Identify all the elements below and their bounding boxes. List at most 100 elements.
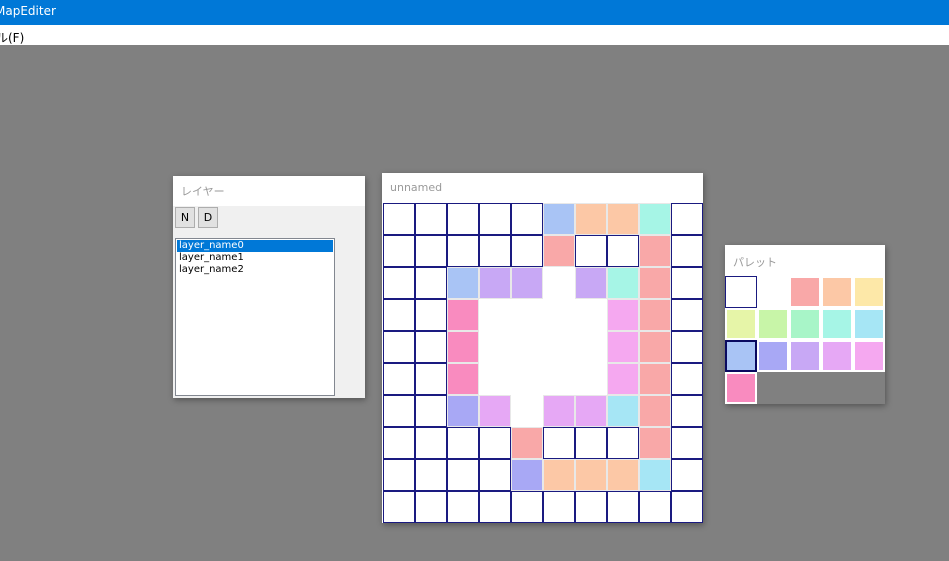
map-tile[interactable]	[447, 363, 479, 395]
map-tile[interactable]	[607, 459, 639, 491]
menu-file[interactable]: ル(F)	[0, 29, 24, 46]
map-tile[interactable]	[479, 203, 511, 235]
palette-swatch[interactable]	[821, 340, 853, 372]
palette-swatch[interactable]	[853, 340, 885, 372]
palette-swatch[interactable]	[725, 340, 757, 372]
map-tile[interactable]	[671, 363, 703, 395]
map-tile[interactable]	[575, 459, 607, 491]
map-tile[interactable]	[575, 267, 607, 299]
layer-list-item[interactable]: layer_name1	[177, 252, 333, 264]
map-tile[interactable]	[383, 427, 415, 459]
map-tile[interactable]	[607, 395, 639, 427]
map-tile[interactable]	[415, 267, 447, 299]
map-tile[interactable]	[639, 235, 671, 267]
map-tile[interactable]	[671, 395, 703, 427]
map-tile[interactable]	[607, 363, 639, 395]
map-tile[interactable]	[639, 363, 671, 395]
map-tile[interactable]	[383, 235, 415, 267]
map-tile[interactable]	[543, 395, 575, 427]
map-tile[interactable]	[383, 363, 415, 395]
map-tile[interactable]	[543, 459, 575, 491]
map-tile[interactable]	[671, 331, 703, 363]
map-tile[interactable]	[415, 395, 447, 427]
map-tile[interactable]	[639, 299, 671, 331]
map-tile[interactable]	[671, 427, 703, 459]
palette-swatch-empty[interactable]	[757, 276, 789, 308]
palette-swatch[interactable]	[853, 308, 885, 340]
map-tile[interactable]	[607, 299, 639, 331]
map-tile[interactable]	[639, 459, 671, 491]
map-tile[interactable]	[415, 363, 447, 395]
palette-swatch[interactable]	[789, 276, 821, 308]
layer-list-item[interactable]: layer_name2	[177, 264, 333, 276]
map-tile[interactable]	[479, 491, 511, 523]
map-tile[interactable]	[479, 427, 511, 459]
map-tile[interactable]	[447, 395, 479, 427]
map-tile[interactable]	[511, 235, 543, 267]
map-tile[interactable]	[639, 203, 671, 235]
map-tile[interactable]	[575, 491, 607, 523]
map-tile[interactable]	[383, 459, 415, 491]
map-tile[interactable]	[415, 427, 447, 459]
map-tile[interactable]	[607, 331, 639, 363]
map-tile[interactable]	[607, 203, 639, 235]
map-tile[interactable]	[447, 427, 479, 459]
map-tile[interactable]	[543, 203, 575, 235]
map-tile[interactable]	[479, 267, 511, 299]
map-grid[interactable]	[382, 203, 703, 523]
layer-list-item[interactable]: layer_name0	[177, 240, 333, 252]
map-tile[interactable]	[639, 491, 671, 523]
map-tile[interactable]	[607, 427, 639, 459]
map-tile[interactable]	[543, 235, 575, 267]
map-tile[interactable]	[447, 235, 479, 267]
map-tile[interactable]	[511, 267, 543, 299]
map-tile[interactable]	[511, 491, 543, 523]
palette-swatch[interactable]	[821, 276, 853, 308]
palette-swatch[interactable]	[757, 340, 789, 372]
map-tile[interactable]	[639, 267, 671, 299]
map-tile[interactable]	[575, 395, 607, 427]
map-tile[interactable]	[543, 491, 575, 523]
map-tile[interactable]	[415, 331, 447, 363]
delete-layer-button[interactable]: D	[198, 207, 218, 228]
map-tile[interactable]	[671, 459, 703, 491]
map-tile[interactable]	[639, 331, 671, 363]
map-tile[interactable]	[383, 203, 415, 235]
map-tile[interactable]	[383, 331, 415, 363]
map-tile[interactable]	[415, 203, 447, 235]
map-tile[interactable]	[447, 203, 479, 235]
map-tile[interactable]	[383, 395, 415, 427]
map-tile[interactable]	[671, 235, 703, 267]
map-tile[interactable]	[575, 203, 607, 235]
map-tile[interactable]	[671, 267, 703, 299]
map-tile[interactable]	[511, 459, 543, 491]
map-tile[interactable]	[671, 299, 703, 331]
palette-swatch[interactable]	[725, 276, 757, 308]
map-tile[interactable]	[447, 459, 479, 491]
palette-swatch[interactable]	[853, 276, 885, 308]
map-tile[interactable]	[415, 459, 447, 491]
map-tile[interactable]	[639, 427, 671, 459]
map-tile[interactable]	[479, 395, 511, 427]
map-tile[interactable]	[447, 267, 479, 299]
map-tile[interactable]	[447, 299, 479, 331]
palette-swatch[interactable]	[789, 308, 821, 340]
palette-swatch[interactable]	[789, 340, 821, 372]
map-tile[interactable]	[671, 203, 703, 235]
palette-swatch[interactable]	[725, 372, 757, 404]
map-tile[interactable]	[607, 267, 639, 299]
map-tile[interactable]	[607, 491, 639, 523]
map-tile[interactable]	[479, 459, 511, 491]
map-tile[interactable]	[575, 427, 607, 459]
palette-swatch[interactable]	[757, 308, 789, 340]
map-tile[interactable]	[479, 235, 511, 267]
map-tile[interactable]	[383, 299, 415, 331]
map-tile[interactable]	[415, 491, 447, 523]
map-tile[interactable]	[607, 235, 639, 267]
map-tile[interactable]	[383, 491, 415, 523]
map-tile[interactable]	[415, 235, 447, 267]
map-tile[interactable]	[671, 491, 703, 523]
map-tile[interactable]	[543, 427, 575, 459]
palette-swatch[interactable]	[821, 308, 853, 340]
map-tile[interactable]	[447, 491, 479, 523]
